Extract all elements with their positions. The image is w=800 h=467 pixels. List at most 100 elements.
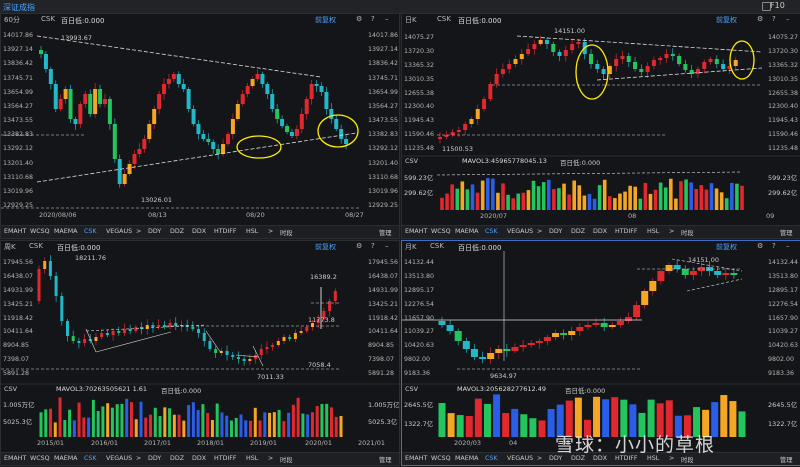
tab-htdiff[interactable]: HTDIFF bbox=[214, 228, 237, 235]
vol-title[interactable]: CSV bbox=[405, 385, 418, 393]
candle bbox=[206, 139, 211, 142]
tab-[interactable]: 时段 bbox=[280, 228, 293, 237]
tab-wcsq[interactable]: WCSQ bbox=[431, 455, 451, 462]
volume-bar bbox=[520, 414, 528, 437]
tab-maema[interactable]: MAEMA bbox=[455, 228, 478, 235]
x-tick-label: 2016/01 bbox=[91, 439, 119, 447]
tab-wcsq[interactable]: WCSQ bbox=[431, 228, 451, 235]
tab-htdiff[interactable]: HTDIFF bbox=[214, 455, 237, 462]
tab-[interactable]: > bbox=[268, 455, 273, 462]
price-annotation: 13993.67 bbox=[61, 34, 93, 42]
tab-maema[interactable]: MAEMA bbox=[54, 455, 77, 462]
tab-[interactable]: 管理 bbox=[780, 228, 793, 237]
tab-[interactable]: > bbox=[268, 228, 273, 235]
indicator-tabs: EMAHT WCSQ MAEMA CSK VEGAUS > DDY DDZ DDX HTDIFF H… bbox=[402, 225, 800, 238]
candle bbox=[259, 349, 263, 355]
tab-[interactable]: 管理 bbox=[379, 455, 392, 464]
tab-ddz[interactable]: DDZ bbox=[170, 228, 184, 235]
candle bbox=[197, 329, 201, 333]
y-tick-label: 13201.40 bbox=[368, 159, 399, 167]
volume-bar bbox=[68, 409, 72, 437]
tab-[interactable]: > bbox=[136, 455, 141, 462]
tab-csk[interactable]: CSK bbox=[485, 455, 498, 462]
highlight-circle bbox=[236, 135, 282, 159]
candle bbox=[225, 351, 229, 355]
tab-htdiff[interactable]: HTDIFF bbox=[615, 228, 638, 235]
tab-vegaus[interactable]: VEGAUS bbox=[507, 228, 533, 235]
volume-bar bbox=[455, 188, 460, 210]
candle bbox=[601, 69, 606, 74]
candle bbox=[71, 336, 75, 341]
tab-[interactable]: 时段 bbox=[280, 455, 293, 464]
y-tick-label: 13010.35 bbox=[768, 75, 799, 83]
tab-[interactable]: 管理 bbox=[780, 455, 793, 464]
tab-ddy[interactable]: DDY bbox=[148, 455, 161, 462]
tab-[interactable]: > bbox=[136, 228, 141, 235]
tab-wcsq[interactable]: WCSQ bbox=[30, 455, 50, 462]
volume-bar bbox=[493, 394, 501, 437]
tab-maema[interactable]: MAEMA bbox=[54, 228, 77, 235]
candle bbox=[255, 74, 260, 79]
tab-ddx[interactable]: DDX bbox=[192, 455, 206, 462]
watermark: 雪球：小小的草根 bbox=[555, 434, 716, 456]
volume-bar bbox=[315, 406, 319, 437]
volume-bar bbox=[438, 403, 446, 437]
tab-wcsq[interactable]: WCSQ bbox=[30, 228, 50, 235]
volume-bar bbox=[730, 182, 734, 210]
volume-bar bbox=[704, 189, 709, 210]
candle bbox=[470, 349, 478, 357]
tab-ddy[interactable]: DDY bbox=[549, 228, 562, 235]
tab-[interactable]: > bbox=[669, 228, 674, 235]
f10-button[interactable]: F10 bbox=[770, 1, 785, 10]
tab-vegaus[interactable]: VEGAUS bbox=[507, 455, 533, 462]
tab-ddz[interactable]: DDZ bbox=[170, 455, 184, 462]
tab-vegaus[interactable]: VEGAUS bbox=[106, 228, 132, 235]
tab-emaht[interactable]: EMAHT bbox=[405, 455, 427, 462]
volume-bar bbox=[39, 412, 43, 437]
tab-csk[interactable]: CSK bbox=[485, 228, 498, 235]
tab-csk[interactable]: CSK bbox=[84, 455, 97, 462]
tab-[interactable]: > bbox=[537, 228, 542, 235]
candle bbox=[616, 321, 624, 325]
volume-bar bbox=[547, 408, 555, 437]
tab-csk[interactable]: CSK bbox=[84, 228, 97, 235]
app-title[interactable]: 深证成指 bbox=[3, 2, 35, 13]
tab-vegaus[interactable]: VEGAUS bbox=[106, 455, 132, 462]
tab-ddx[interactable]: DDX bbox=[593, 228, 607, 235]
tab-emaht[interactable]: EMAHT bbox=[4, 228, 26, 235]
y-tick-label: 14017.86 bbox=[368, 32, 399, 39]
trendline-bottom bbox=[36, 132, 357, 183]
tab-hsl[interactable]: HSL bbox=[246, 228, 258, 235]
y-tick-label: 9802.00 bbox=[404, 356, 431, 364]
candle bbox=[658, 58, 663, 60]
volume-bar bbox=[144, 417, 148, 437]
tab-hsl[interactable]: HSL bbox=[647, 228, 659, 235]
tab-[interactable]: 管理 bbox=[379, 228, 392, 237]
tab-maema[interactable]: MAEMA bbox=[455, 455, 478, 462]
candle bbox=[54, 276, 58, 296]
volume-bar bbox=[77, 402, 81, 437]
volume-bar bbox=[149, 414, 153, 437]
vol-title[interactable]: CSV bbox=[4, 385, 17, 393]
price-annotation: 13026.01 bbox=[141, 196, 173, 204]
tab-ddy[interactable]: DDY bbox=[148, 228, 161, 235]
y-tick-label: 16438.07 bbox=[368, 272, 399, 280]
candle bbox=[519, 54, 524, 59]
volume-bar bbox=[268, 412, 272, 437]
y-tick-label: 12895.17 bbox=[768, 286, 799, 294]
tab-emaht[interactable]: EMAHT bbox=[405, 228, 427, 235]
tab-emaht[interactable]: EMAHT bbox=[4, 455, 26, 462]
candle bbox=[328, 301, 332, 311]
candle bbox=[702, 62, 707, 69]
volume-bar bbox=[106, 403, 110, 437]
tab-ddx[interactable]: DDX bbox=[192, 228, 206, 235]
candle bbox=[552, 333, 560, 337]
vol-title[interactable]: CSV bbox=[405, 157, 418, 165]
volume-bar bbox=[516, 193, 521, 210]
tab-[interactable]: 时段 bbox=[681, 228, 694, 237]
volume-bar bbox=[87, 417, 91, 437]
tab-ddz[interactable]: DDZ bbox=[571, 228, 585, 235]
tab-[interactable]: > bbox=[537, 455, 542, 462]
indicator-tabs: EMAHT WCSQ MAEMA CSK VEGAUS > DDY DDZ DDX HTDIFF H… bbox=[1, 452, 399, 465]
tab-hsl[interactable]: HSL bbox=[246, 455, 258, 462]
